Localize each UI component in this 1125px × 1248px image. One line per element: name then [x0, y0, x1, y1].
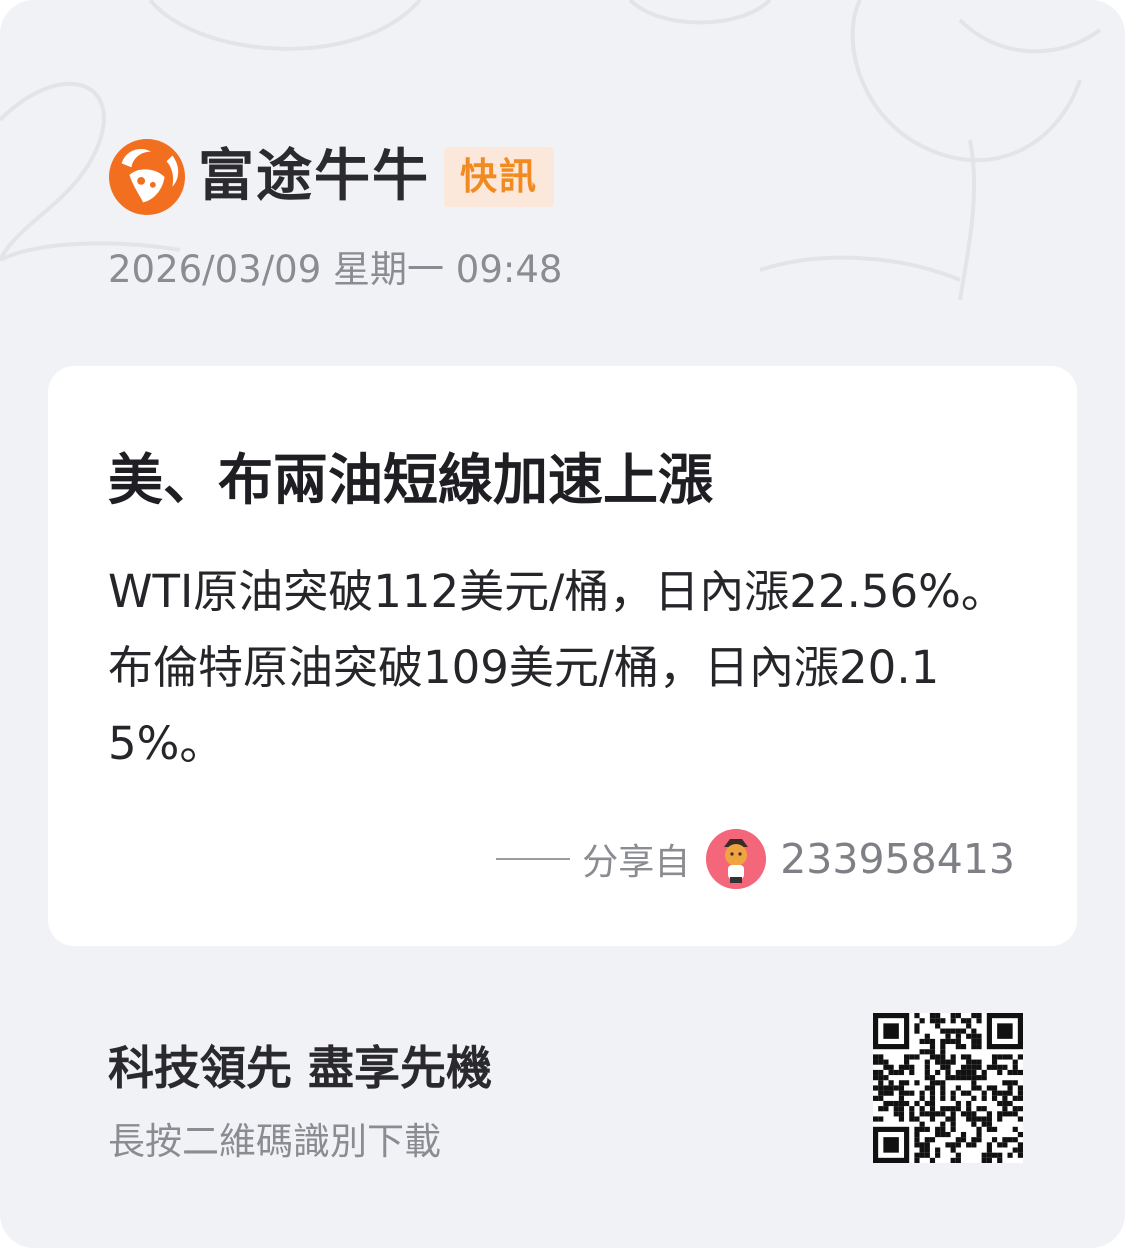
brand-header: 富途牛牛 快訊 — [108, 137, 554, 217]
brand-name: 富途牛牛 — [198, 144, 430, 209]
share-label: 分享自 — [582, 842, 691, 883]
flash-news-badge: 快訊 — [444, 147, 554, 207]
share-poster: 富途牛牛 快訊 2026/03/09 星期一 09:48 美、布兩油短線加速上漲… — [0, 0, 1125, 1248]
share-attribution: 分享自 233958413 — [496, 824, 1015, 894]
user-avatar-icon — [706, 829, 767, 889]
download-hint: 長按二維碼識別下載 — [108, 1120, 441, 1163]
user-id: 233958413 — [780, 835, 1015, 883]
qr-code-icon[interactable] — [873, 1013, 1023, 1163]
news-card: 美、布兩油短線加速上漲 WTI原油突破112美元/桶，日內漲22.56%。布倫特… — [48, 366, 1077, 946]
publish-datetime: 2026/03/09 星期一 09:48 — [108, 248, 563, 291]
dash-divider — [496, 858, 571, 860]
news-headline: 美、布兩油短線加速上漲 — [108, 448, 714, 512]
futu-bull-logo-icon — [108, 138, 186, 216]
slogan: 科技領先 盡享先機 — [108, 1041, 493, 1095]
news-body: WTI原油突破112美元/桶，日內漲22.56%。布倫特原油突破109美元/桶，… — [108, 565, 1006, 770]
